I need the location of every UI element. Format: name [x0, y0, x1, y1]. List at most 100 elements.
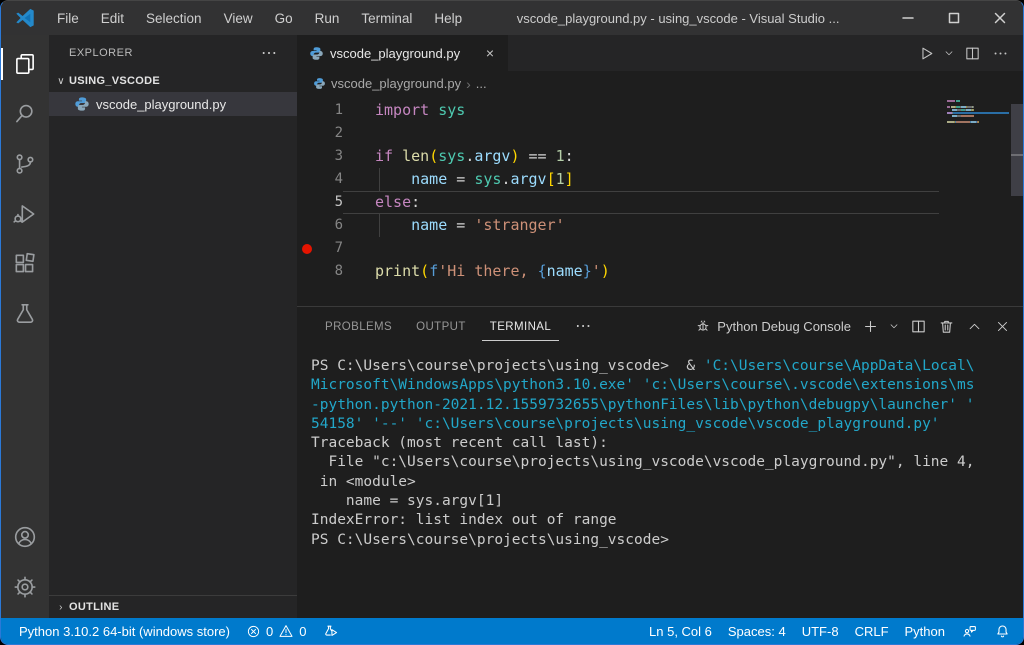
outline-section-header[interactable]: › OUTLINE: [49, 595, 297, 618]
menu-view[interactable]: View: [215, 7, 262, 30]
code-line-text[interactable]: if len(sys.argv) == 1:: [343, 145, 939, 168]
breakpoint-margin[interactable]: [297, 260, 317, 283]
breakpoint-margin[interactable]: [297, 122, 317, 145]
minimap-line: [947, 109, 1009, 111]
menu-go[interactable]: Go: [266, 7, 302, 30]
explorer-files-icon[interactable]: [1, 39, 49, 89]
breakpoint-margin[interactable]: [297, 237, 317, 260]
split-terminal-icon[interactable]: [905, 313, 931, 339]
menu-run[interactable]: Run: [306, 7, 349, 30]
code-line-text[interactable]: else:: [343, 191, 939, 214]
terminal-line: 54158' '--' 'c:\Users\course\projects\us…: [311, 415, 1015, 434]
file-item-vscode-playground[interactable]: vscode_playground.py: [49, 92, 297, 116]
breadcrumb[interactable]: vscode_playground.py › ...: [297, 71, 1023, 96]
title-bar: File Edit Selection View Go Run Terminal…: [1, 1, 1023, 35]
kill-terminal-trash-icon[interactable]: [933, 313, 959, 339]
vscode-logo-icon: [14, 7, 36, 29]
terminal-line: Microsoft\WindowsApps\python3.10.exe' 'c…: [311, 376, 1015, 395]
python-interpreter-status[interactable]: Python 3.10.2 64-bit (windows store): [11, 618, 238, 644]
menu-terminal[interactable]: Terminal: [352, 7, 421, 30]
more-panel-tabs-icon[interactable]: ⋯: [567, 316, 599, 336]
cursor-position-status[interactable]: Ln 5, Col 6: [641, 618, 720, 644]
bottom-panel: PROBLEMS OUTPUT TERMINAL ⋯ Python Debug …: [297, 306, 1023, 618]
terminal-output[interactable]: PS C:\Users\course\projects\using_vscode…: [297, 345, 1023, 618]
tab-label: vscode_playground.py: [330, 46, 474, 61]
line-number: 5: [317, 191, 343, 214]
language-mode-status[interactable]: Python: [897, 618, 953, 644]
breakpoint-icon[interactable]: [302, 244, 312, 254]
code-line-text[interactable]: import sys: [343, 99, 939, 122]
terminal-line: -python.python-2021.12.1559732655\python…: [311, 396, 1015, 415]
maximize-panel-icon[interactable]: [961, 313, 987, 339]
code-line-6[interactable]: 6 name = 'stranger': [297, 214, 1023, 237]
menu-edit[interactable]: Edit: [92, 7, 133, 30]
explorer-sidebar: EXPLORER ⋯ ∨ USING_VSCODE vscode_playgro…: [49, 35, 297, 618]
run-debug-icon[interactable]: [1, 189, 49, 239]
line-number: 7: [317, 237, 343, 260]
eol-status[interactable]: CRLF: [847, 618, 897, 644]
terminal-dropdown-chevron-icon[interactable]: [885, 313, 903, 339]
line-number: 1: [317, 99, 343, 122]
code-line-text[interactable]: [343, 122, 939, 145]
minimap[interactable]: [947, 100, 1009, 124]
sidebar-title: EXPLORER: [69, 47, 253, 59]
debugpy-status-icon[interactable]: [314, 618, 347, 644]
tab-output[interactable]: OUTPUT: [408, 312, 474, 341]
code-line-text[interactable]: print(f'Hi there, {name}'): [343, 260, 939, 283]
run-dropdown-chevron-icon[interactable]: [941, 40, 957, 66]
tab-problems[interactable]: PROBLEMS: [317, 312, 400, 341]
code-line-4[interactable]: 4 name = sys.argv[1]: [297, 168, 1023, 191]
more-editor-actions-icon[interactable]: [987, 40, 1013, 66]
run-python-file-icon[interactable]: [913, 40, 939, 66]
editor-scrollbar[interactable]: [1011, 104, 1023, 196]
terminal-picker[interactable]: Python Debug Console: [691, 318, 855, 334]
testing-icon[interactable]: [1, 289, 49, 339]
account-icon[interactable]: [1, 512, 49, 562]
breakpoint-margin[interactable]: [297, 99, 317, 122]
minimize-button[interactable]: [885, 1, 931, 35]
feedback-icon[interactable]: [953, 618, 986, 644]
breadcrumb-symbol[interactable]: ...: [476, 76, 487, 91]
problems-status[interactable]: 0 0: [238, 618, 314, 644]
breadcrumb-file[interactable]: vscode_playground.py: [331, 76, 461, 91]
warning-icon: [278, 623, 294, 639]
breakpoint-margin[interactable]: [297, 191, 317, 214]
tab-terminal[interactable]: TERMINAL: [482, 312, 559, 341]
split-editor-icon[interactable]: [959, 40, 985, 66]
breakpoint-margin[interactable]: [297, 168, 317, 191]
folder-section-header[interactable]: ∨ USING_VSCODE: [49, 70, 297, 92]
settings-gear-icon[interactable]: [1, 562, 49, 612]
code-line-text[interactable]: name = 'stranger': [343, 214, 939, 237]
minimap-line: [947, 115, 1009, 117]
menu-file[interactable]: File: [48, 7, 88, 30]
encoding-status[interactable]: UTF-8: [794, 618, 847, 644]
code-line-2[interactable]: 2: [297, 122, 1023, 145]
breakpoint-margin[interactable]: [297, 145, 317, 168]
tab-vscode-playground[interactable]: vscode_playground.py ×: [297, 35, 509, 71]
code-line-text[interactable]: [343, 237, 939, 260]
close-panel-icon[interactable]: [989, 313, 1015, 339]
maximize-button[interactable]: [931, 1, 977, 35]
code-line-5[interactable]: 5else:: [297, 191, 1023, 214]
terminal-line: in <module>: [311, 473, 1015, 492]
explorer-more-actions-icon[interactable]: ⋯: [253, 43, 285, 63]
source-control-icon[interactable]: [1, 139, 49, 189]
indentation-status[interactable]: Spaces: 4: [720, 618, 794, 644]
warning-count: 0: [299, 624, 306, 639]
new-terminal-icon[interactable]: [857, 313, 883, 339]
menu-selection[interactable]: Selection: [137, 7, 211, 30]
search-icon[interactable]: [1, 89, 49, 139]
close-window-button[interactable]: [977, 1, 1023, 35]
code-line-7[interactable]: 7: [297, 237, 1023, 260]
menu-help[interactable]: Help: [425, 7, 471, 30]
notifications-bell-icon[interactable]: [986, 618, 1013, 644]
code-line-8[interactable]: 8print(f'Hi there, {name}'): [297, 260, 1023, 283]
minimap-line: [947, 103, 1009, 105]
extensions-icon[interactable]: [1, 239, 49, 289]
code-line-1[interactable]: 1import sys: [297, 99, 1023, 122]
code-editor[interactable]: 1import sys23if len(sys.argv) == 1:4 nam…: [297, 96, 1023, 306]
code-line-text[interactable]: name = sys.argv[1]: [343, 168, 939, 191]
breakpoint-margin[interactable]: [297, 214, 317, 237]
close-tab-icon[interactable]: ×: [480, 45, 500, 61]
code-line-3[interactable]: 3if len(sys.argv) == 1:: [297, 145, 1023, 168]
